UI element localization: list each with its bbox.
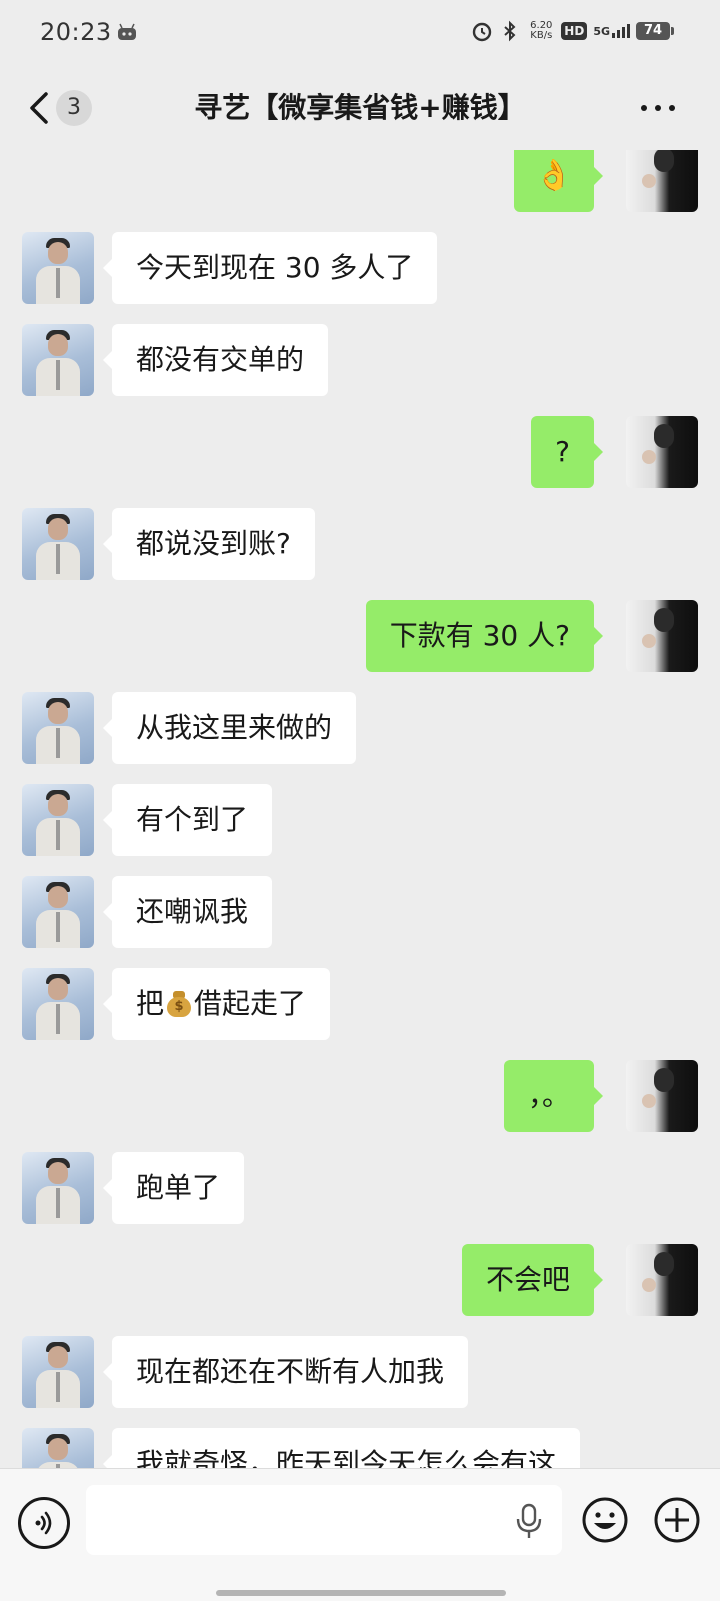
more-dots-icon[interactable] [636, 96, 680, 120]
avatar-contact[interactable] [22, 324, 94, 396]
avatar-self[interactable] [626, 600, 698, 672]
message-bubble[interactable]: 都说没到账? [103, 508, 315, 580]
emoji-icon[interactable] [580, 1495, 630, 1545]
message-input[interactable] [86, 1485, 562, 1555]
message-bubble[interactable]: 现在都还在不断有人加我 [102, 1336, 469, 1408]
chat-header: 3 寻艺【微享集省钱+赚钱】 [0, 68, 720, 150]
message-bubble[interactable]: ，。 [504, 1060, 603, 1132]
cellular-signal-icon: 5G [593, 24, 630, 38]
alarm-icon [473, 22, 492, 42]
avatar-contact[interactable] [22, 232, 94, 304]
message-text-after: 借起走了 [194, 987, 307, 1020]
input-bar [0, 1468, 720, 1601]
avatar-contact[interactable] [22, 508, 94, 580]
message-bubble[interactable]: 👌 [514, 150, 603, 212]
avatar-self[interactable] [626, 1060, 698, 1132]
avatar-contact[interactable] [22, 692, 94, 764]
network-speed-unit: KB/s [530, 30, 553, 41]
hd-badge: HD [561, 22, 588, 40]
status-time: 20:23 [40, 18, 112, 46]
network-speed: 6.20 KB/s [527, 21, 555, 41]
chat-title: 寻艺【微享集省钱+赚钱】 [194, 91, 526, 124]
status-bar: 20:23 6.20 KB/s HD 5G 74 [0, 0, 720, 68]
avatar-self[interactable] [626, 1244, 698, 1316]
avatar-contact[interactable] [22, 1152, 94, 1224]
message-bubble[interactable]: 还嘲讽我 [102, 876, 273, 948]
voice-icon[interactable] [18, 1497, 70, 1549]
message-list[interactable]: 👌 今天到现在 30 多人了 都没有交单的 ? 都说没到账? 下款有 30 人?… [0, 150, 720, 1498]
app-notification-icon [118, 23, 136, 40]
avatar-contact[interactable] [22, 784, 94, 856]
avatar-contact[interactable] [22, 1336, 94, 1408]
unread-count-badge[interactable]: 3 [56, 90, 92, 126]
message-bubble[interactable]: 都没有交单的 [102, 324, 329, 396]
message-text-before: 把 [136, 987, 165, 1020]
message-bubble[interactable]: 有个到了 [102, 784, 273, 856]
avatar-contact[interactable] [22, 968, 94, 1040]
avatar-self[interactable] [626, 150, 698, 212]
microphone-icon[interactable] [514, 1501, 544, 1541]
message-bubble[interactable]: 下款有 30 人? [365, 600, 604, 672]
message-bubble[interactable]: ? [531, 416, 603, 488]
bluetooth-icon [504, 20, 516, 42]
message-bubble[interactable]: 从我这里来做的 [102, 692, 357, 764]
chevron-left-icon[interactable] [24, 88, 54, 128]
network-type: 5G [593, 25, 610, 38]
ok-hand-emoji: 👌 [535, 158, 573, 193]
battery-icon: 74 [636, 22, 674, 40]
message-bubble[interactable]: 把 $ 借起走了 [102, 968, 331, 1040]
status-indicators: 6.20 KB/s HD 5G 74 [471, 20, 674, 42]
money-bag-icon: $ [166, 989, 192, 1017]
plus-icon[interactable] [652, 1495, 702, 1545]
avatar-contact[interactable] [22, 876, 94, 948]
message-bubble[interactable]: 今天到现在 30 多人了 [102, 232, 438, 304]
home-indicator[interactable] [216, 1590, 506, 1596]
avatar-self[interactable] [626, 416, 698, 488]
message-bubble[interactable]: 不会吧 [461, 1244, 604, 1316]
message-bubble[interactable]: 跑单了 [102, 1152, 245, 1224]
